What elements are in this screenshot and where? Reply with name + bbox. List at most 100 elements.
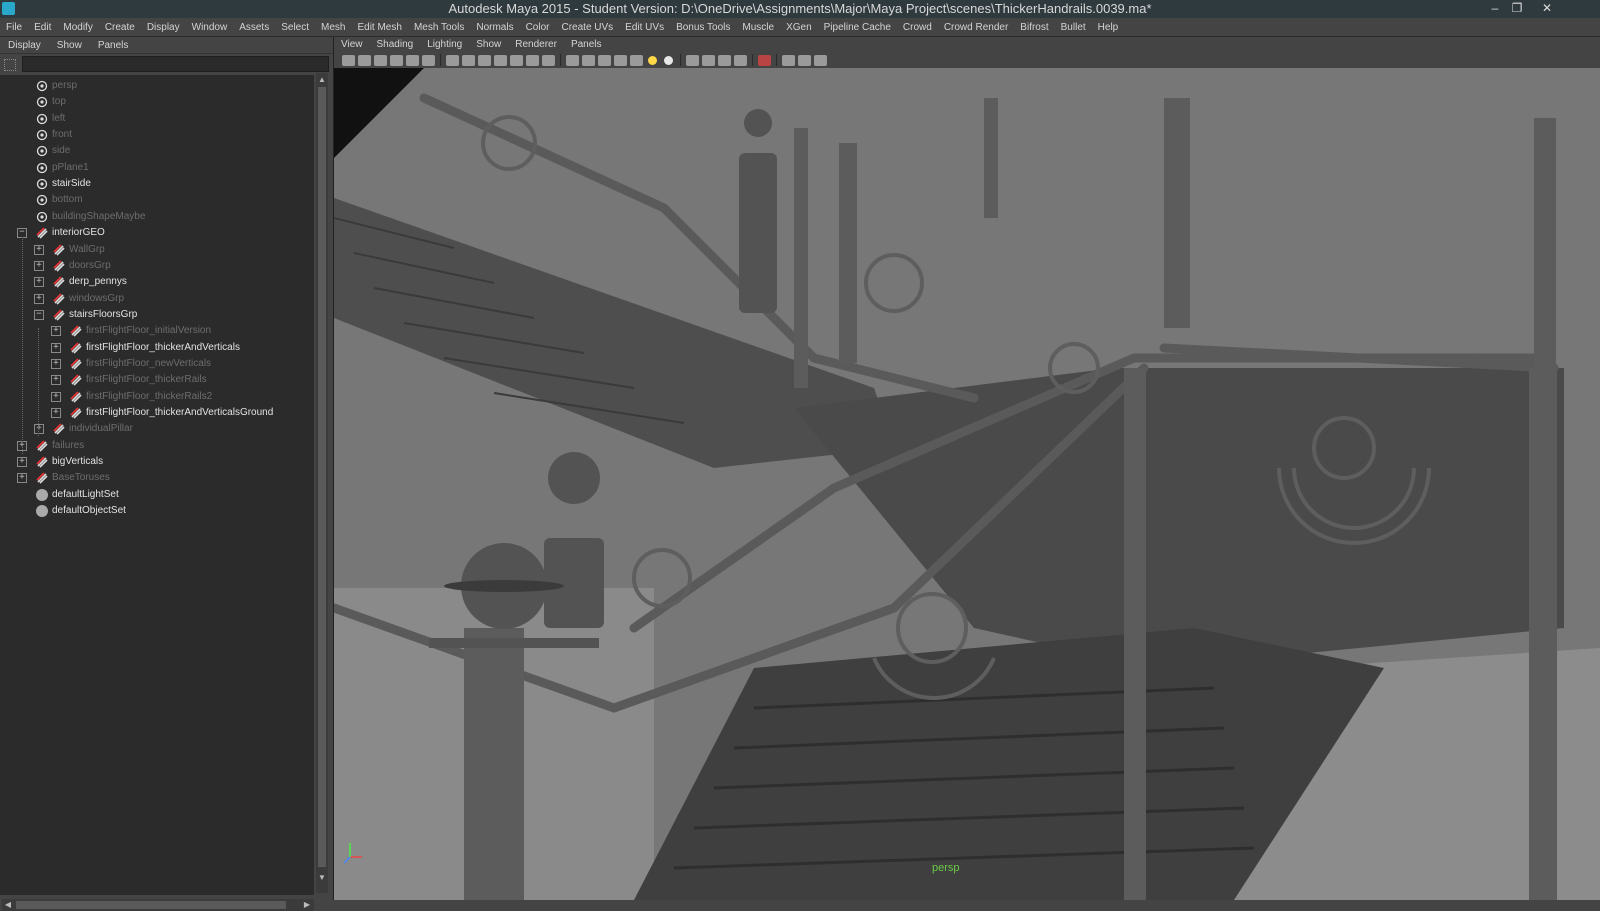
outliner-horizontal-scrollbar[interactable]: ◀ ▶ [2,899,314,911]
outliner-item[interactable]: + derp_pennys [0,274,314,290]
backface-culling-icon[interactable] [814,54,827,66]
expand-icon[interactable]: + [51,358,61,369]
main-menu-item[interactable]: Create [99,22,141,33]
expand-icon[interactable]: + [17,457,27,468]
outliner-item[interactable]: pPlane1 [0,160,314,176]
main-menu-item[interactable]: Select [275,22,315,33]
main-menu-item[interactable]: Help [1092,22,1125,33]
expand-icon[interactable]: + [34,244,44,255]
collapse-icon[interactable]: − [34,309,44,320]
depth-of-field-icon[interactable] [734,54,747,66]
scroll-up-arrow-icon[interactable]: ▲ [317,75,327,85]
gate-mask-icon[interactable] [494,54,507,66]
smooth-shade-icon[interactable] [582,54,595,66]
outliner-item[interactable]: + firstFlightFloor_thickerAndVerticalsGro… [0,405,314,421]
select-camera-icon[interactable] [342,54,355,66]
resolution-gate-icon[interactable] [478,54,491,66]
image-plane-icon[interactable] [390,54,403,66]
expand-icon[interactable]: + [34,260,44,271]
main-menu-item[interactable]: Muscle [736,22,780,33]
main-menu-item[interactable]: Modify [57,22,98,33]
outliner-item[interactable]: defaultLightSet [0,487,314,503]
main-menu-item[interactable]: Edit Mesh [351,22,407,33]
scroll-down-arrow-icon[interactable]: ▼ [317,873,327,883]
main-menu-item[interactable]: Bifrost [1014,22,1054,33]
outliner-item[interactable]: left [0,111,314,127]
viewport-menu-show[interactable]: Show [469,39,508,50]
textured-icon[interactable] [614,54,627,66]
outliner-item[interactable]: + firstFlightFloor_initialVersion [0,323,314,339]
main-menu-item[interactable]: Edit UVs [619,22,670,33]
outliner-item[interactable]: + firstFlightFloor_thickerRails [0,372,314,388]
main-menu-item[interactable]: Edit [28,22,57,33]
viewport-menu-renderer[interactable]: Renderer [508,39,564,50]
main-menu-item[interactable]: Color [520,22,556,33]
main-menu-item[interactable]: Crowd Render [938,22,1014,33]
restore-button[interactable]: ❐ [1506,0,1528,18]
viewport-menu-shading[interactable]: Shading [370,39,421,50]
main-menu-item[interactable]: XGen [780,22,818,33]
minimize-button[interactable]: – [1484,0,1506,18]
outliner-item[interactable]: − interiorGEO [0,225,314,241]
outliner-item[interactable]: persp [0,78,314,94]
film-gate-icon[interactable] [462,54,475,66]
camera-attributes-icon[interactable] [358,54,371,66]
main-menu-item[interactable]: Create UVs [555,22,619,33]
expand-icon[interactable]: + [51,391,61,402]
main-menu-item[interactable]: Mesh [315,22,351,33]
outliner-item[interactable]: side [0,143,314,159]
outliner-item[interactable]: top [0,94,314,110]
outliner-menu-show[interactable]: Show [49,40,90,51]
main-menu-item[interactable]: Bullet [1055,22,1092,33]
outliner-vertical-scrollbar[interactable]: ▲ ▼ [316,73,328,893]
outliner-item[interactable]: + firstFlightFloor_newVerticals [0,356,314,372]
outliner-vertical-scroll-thumb[interactable] [318,87,326,867]
outliner-item[interactable]: + firstFlightFloor_thickerRails2 [0,389,314,405]
expand-icon[interactable]: + [51,326,61,337]
isolate-select-icon[interactable] [758,54,771,66]
main-menu-item[interactable]: Window [186,22,234,33]
viewport-3d-scene[interactable] [334,68,1600,900]
grease-pencil-icon[interactable] [422,54,435,66]
outliner-item[interactable]: bottom [0,192,314,208]
wireframe-on-shaded-icon[interactable] [598,54,611,66]
outliner-item[interactable]: + doorsGrp [0,258,314,274]
expand-icon[interactable]: + [17,473,27,484]
2d-pan-zoom-icon[interactable] [406,54,419,66]
main-menu-item[interactable]: Normals [470,22,519,33]
anti-aliasing-icon[interactable] [718,54,731,66]
wireframe-icon[interactable] [566,54,579,66]
outliner-item[interactable]: + windowsGrp [0,291,314,307]
main-menu-item[interactable]: Assets [233,22,275,33]
main-menu-item[interactable]: Display [141,22,186,33]
checker-icon[interactable] [630,54,643,66]
outliner-item[interactable]: + failures [0,438,314,454]
outliner-menu-panels[interactable]: Panels [90,40,137,51]
grid-icon[interactable] [446,54,459,66]
safe-action-icon[interactable] [526,54,539,66]
use-all-lights-icon[interactable] [648,55,657,65]
outliner-item[interactable]: buildingShapeMaybe [0,209,314,225]
xray-icon[interactable] [782,54,795,66]
outliner-item[interactable]: + WallGrp [0,242,314,258]
outliner-item[interactable]: front [0,127,314,143]
field-chart-icon[interactable] [510,54,523,66]
main-menu-item[interactable]: Mesh Tools [408,22,470,33]
close-button[interactable]: ✕ [1536,0,1558,18]
motion-blur-icon[interactable] [702,54,715,66]
outliner-filter-input[interactable] [22,56,329,72]
screen-space-ao-icon[interactable] [686,54,699,66]
shadows-icon[interactable] [664,55,673,65]
expand-icon[interactable]: + [34,277,44,288]
expand-icon[interactable]: + [34,293,44,304]
main-menu-item[interactable]: Pipeline Cache [818,22,897,33]
expand-icon[interactable]: + [51,375,61,386]
outliner-item[interactable]: − stairsFloorsGrp [0,307,314,323]
safe-title-icon[interactable] [542,54,555,66]
outliner-item[interactable]: + individualPillar [0,421,314,437]
scroll-left-arrow-icon[interactable]: ◀ [3,900,13,910]
outliner-item[interactable]: stairSide [0,176,314,192]
outliner-item[interactable]: defaultObjectSet [0,503,314,519]
main-menu-item[interactable]: Bonus Tools [670,22,736,33]
viewport-menu-lighting[interactable]: Lighting [420,39,469,50]
